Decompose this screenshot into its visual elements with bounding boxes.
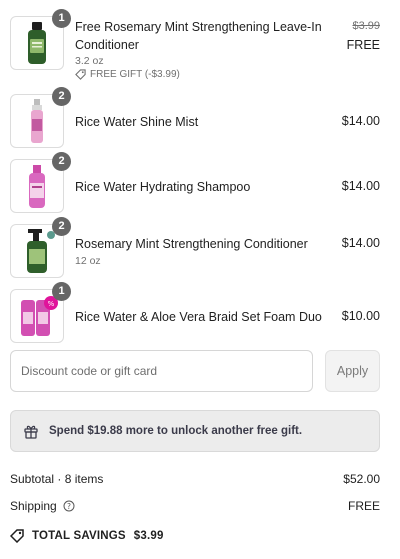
product-title: Rice Water Shine Mist [75, 115, 199, 129]
product-thumbnail[interactable]: 1 [10, 9, 71, 70]
gift-banner-text: Spend $19.88 more to unlock another free… [49, 425, 303, 437]
gift-discount-line: FREE GIFT (-$3.99) [75, 69, 180, 80]
product-title: Rice Water & Aloe Vera Braid Set Foam Du… [75, 310, 322, 324]
savings-value: $3.99 [133, 530, 164, 542]
product-thumbnail[interactable]: % 1 [10, 282, 71, 343]
product-price: $14.00 [341, 179, 380, 193]
gift-icon [24, 425, 38, 439]
product-variant: 3.2 oz [75, 55, 104, 67]
product-price: FREE [346, 38, 380, 52]
original-price: $3.99 [352, 20, 380, 32]
subtotal-row: Subtotal · 8 items $52.00 [10, 472, 380, 486]
tag-icon [10, 529, 24, 543]
discount-form: Apply [10, 350, 380, 392]
savings-label: TOTAL SAVINGS [32, 530, 126, 542]
subtotal-value: $52.00 [343, 472, 380, 486]
gift-label: FREE GIFT (-$3.99) [90, 69, 180, 80]
product-thumbnail[interactable]: 2 [10, 152, 71, 213]
product-thumbnail[interactable]: 2 [10, 217, 71, 278]
quantity-badge: 2 [52, 87, 71, 106]
product-price: $14.00 [341, 236, 380, 250]
product-price: $10.00 [341, 309, 380, 323]
svg-text:?: ? [67, 502, 71, 511]
quantity-badge: 1 [52, 9, 71, 28]
apply-button[interactable]: Apply [325, 350, 380, 392]
discount-code-input[interactable] [10, 350, 313, 392]
shipping-row: Shipping ? FREE [10, 499, 380, 513]
product-variant: 12 oz [75, 255, 101, 267]
product-thumbnail[interactable]: 2 [10, 87, 71, 148]
product-price: $14.00 [341, 114, 380, 128]
tag-icon [75, 69, 86, 80]
product-title: Rosemary Mint Strengthening Conditioner [75, 237, 308, 251]
total-savings: TOTAL SAVINGS $3.99 [10, 529, 164, 543]
quantity-badge: 2 [52, 217, 71, 236]
quantity-badge: 1 [52, 282, 71, 301]
product-title: Rice Water Hydrating Shampoo [75, 180, 251, 194]
free-gift-banner: Spend $19.88 more to unlock another free… [10, 410, 380, 452]
help-circle-icon[interactable]: ? [63, 500, 75, 512]
shipping-value: FREE [347, 499, 380, 513]
shipping-label: Shipping [10, 499, 57, 513]
quantity-badge: 2 [52, 152, 71, 171]
svg-text:%: % [48, 300, 55, 308]
product-title: Free Rosemary Mint Strengthening Leave-I… [75, 20, 322, 52]
subtotal-label: Subtotal · 8 items [10, 472, 104, 486]
